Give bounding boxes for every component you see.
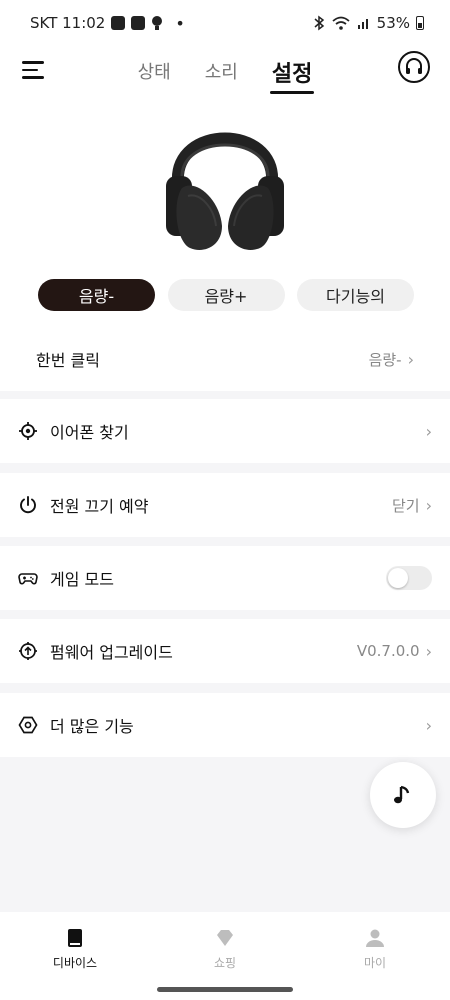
bluetooth-icon xyxy=(314,15,324,31)
menu-button[interactable] xyxy=(22,56,50,84)
multi-function-option[interactable]: 다기능의 xyxy=(297,279,414,311)
power-icon xyxy=(20,496,36,514)
chevron-right-icon: › xyxy=(425,641,432,661)
gallery-notification-icon xyxy=(111,16,126,30)
find-earphones-label: 이어폰 찾기 xyxy=(50,423,129,442)
row-left: 전원 끄기 예약 xyxy=(18,493,149,517)
menu-line-icon xyxy=(22,68,38,72)
volume-up-option[interactable]: 음량+ xyxy=(167,279,285,311)
single-click-label: 한번 클릭 xyxy=(36,351,100,370)
home-indicator[interactable] xyxy=(157,987,293,992)
chevron-right-icon: › xyxy=(407,349,414,369)
tab-bar: 상태 소리 설정 xyxy=(138,46,315,98)
single-click-value: 음량- xyxy=(368,350,402,369)
row-left: 이어폰 찾기 xyxy=(18,419,129,443)
bulb-notification-icon xyxy=(152,16,163,30)
menu-line-icon xyxy=(22,76,44,79)
sigma-notification-icon xyxy=(131,16,146,30)
headset-icon xyxy=(406,58,422,74)
power-off-schedule-right: 닫기 › xyxy=(392,495,432,516)
more-notifications-dot-icon: • xyxy=(175,13,185,33)
music-player-button[interactable] xyxy=(370,762,436,828)
tab-status[interactable]: 상태 xyxy=(138,58,171,98)
volume-down-option[interactable]: 음량- xyxy=(38,279,155,311)
row-left: 펌웨어 업그레이드 xyxy=(18,639,173,663)
device-icon xyxy=(68,929,82,947)
more-features-label: 더 많은 기능 xyxy=(50,717,134,736)
product-section: 음량- 음량+ 다기능의 한번 클릭 음량- › xyxy=(0,98,450,391)
single-click-value-group: 음량- › xyxy=(369,349,414,370)
touch-control-options: 음량- 음량+ 다기능의 xyxy=(38,279,414,311)
game-mode-row: 게임 모드 xyxy=(0,546,450,610)
find-earphones-row[interactable]: 이어폰 찾기 › xyxy=(0,399,450,463)
single-click-row[interactable]: 한번 클릭 음량- › xyxy=(0,334,450,384)
firmware-version: V0.7.0.0 xyxy=(356,642,420,660)
nav-my-label: 마이 xyxy=(363,956,387,970)
carrier-time: SKT 11:02 xyxy=(30,14,106,32)
gamepad-icon xyxy=(18,573,38,585)
app-header: 상태 소리 설정 xyxy=(0,46,450,98)
chevron-right-icon: › xyxy=(425,421,432,441)
signal-icon xyxy=(357,19,368,29)
tab-settings[interactable]: 설정 xyxy=(269,56,315,98)
power-off-schedule-value: 닫기 xyxy=(391,496,420,515)
battery-percent: 53% xyxy=(376,14,410,32)
game-mode-toggle[interactable] xyxy=(386,566,432,590)
music-note-icon xyxy=(394,785,410,804)
headphone-image xyxy=(166,132,284,250)
nav-shopping-label: 쇼핑 xyxy=(213,956,237,970)
firmware-upgrade-icon xyxy=(19,642,37,660)
person-icon xyxy=(366,929,384,947)
power-off-schedule-row[interactable]: 전원 끄기 예약 닫기 › xyxy=(0,473,450,537)
nav-my[interactable]: 마이 xyxy=(320,928,430,1000)
hexagon-icon xyxy=(18,716,38,734)
status-bar: SKT 11:02 • 53% xyxy=(0,0,450,46)
status-left: SKT 11:02 • xyxy=(30,14,185,33)
locate-icon xyxy=(19,422,37,440)
row-left: 더 많은 기능 xyxy=(18,713,134,737)
headset-button[interactable] xyxy=(398,51,430,83)
more-features-row[interactable]: 더 많은 기능 › xyxy=(0,693,450,757)
row-left: 게임 모드 xyxy=(18,566,114,590)
chevron-right-icon: › xyxy=(425,715,432,735)
wifi-icon xyxy=(332,16,350,30)
battery-icon xyxy=(416,16,424,30)
chevron-right-icon: › xyxy=(425,495,432,515)
find-earphones-right: › xyxy=(426,422,432,441)
nav-device[interactable]: 디바이스 xyxy=(20,928,130,1000)
status-right: 53% xyxy=(313,14,424,32)
nav-device-label: 디바이스 xyxy=(52,956,98,970)
more-features-right: › xyxy=(426,716,432,735)
menu-line-icon xyxy=(22,61,44,64)
firmware-upgrade-right: V0.7.0.0 › xyxy=(357,642,432,661)
power-off-schedule-label: 전원 끄기 예약 xyxy=(50,497,149,516)
diamond-icon xyxy=(217,930,233,946)
firmware-upgrade-row[interactable]: 펌웨어 업그레이드 V0.7.0.0 › xyxy=(0,619,450,683)
tab-sound[interactable]: 소리 xyxy=(205,58,238,98)
firmware-upgrade-label: 펌웨어 업그레이드 xyxy=(50,643,173,662)
game-mode-label: 게임 모드 xyxy=(50,570,114,589)
